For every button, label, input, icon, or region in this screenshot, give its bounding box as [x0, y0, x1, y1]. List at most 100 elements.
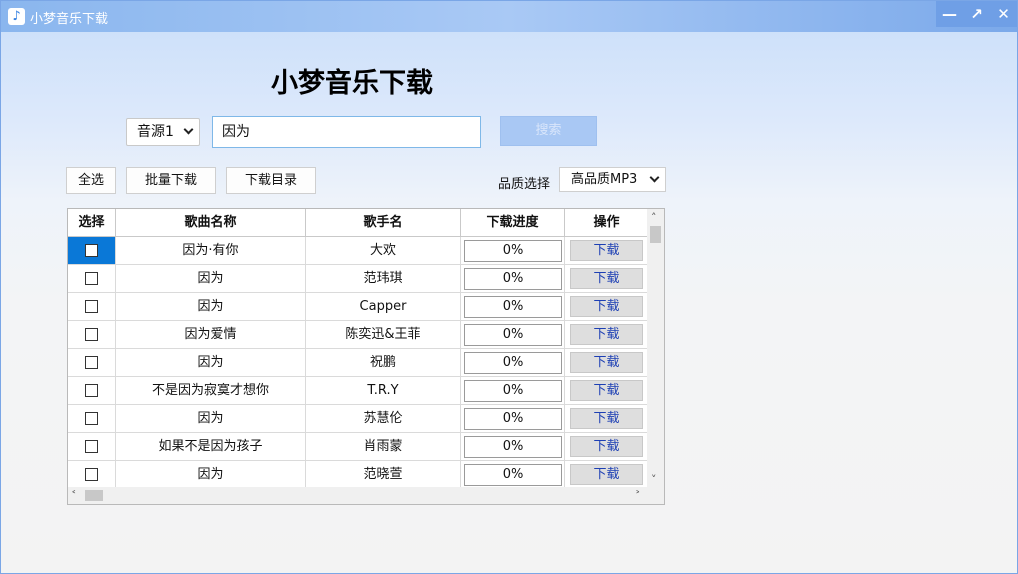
row-checkbox[interactable] — [85, 384, 98, 397]
action-cell: 下载 — [565, 293, 648, 320]
singer-cell: 大欢 — [306, 237, 461, 264]
action-cell: 下载 — [565, 321, 648, 348]
download-button[interactable]: 下载 — [570, 464, 643, 485]
song-name-cell: 因为 — [116, 293, 306, 320]
app-window: ♪ 小梦音乐下载 — ↗ ✕ 小梦音乐下载 音源1 因为 搜索 全选 批量下载 … — [0, 0, 1018, 574]
scrollbar-corner — [647, 487, 664, 504]
download-button[interactable]: 下载 — [570, 324, 643, 345]
source-select[interactable]: 音源1 — [126, 118, 200, 146]
row-checkbox[interactable] — [85, 272, 98, 285]
progress-field: 0% — [464, 408, 562, 430]
row-checkbox[interactable] — [85, 300, 98, 313]
header-select[interactable]: 选择 — [68, 209, 116, 236]
progress-cell: 0% — [461, 377, 565, 404]
table-row[interactable]: 如果不是因为孩子 肖雨蒙 0% 下载 — [68, 433, 648, 461]
progress-field: 0% — [464, 436, 562, 458]
select-cell[interactable] — [68, 349, 116, 376]
table-row[interactable]: 因为爱情 陈奕迅&王菲 0% 下载 — [68, 321, 648, 349]
song-name-cell: 因为 — [116, 461, 306, 488]
action-cell: 下载 — [565, 237, 648, 264]
select-all-button[interactable]: 全选 — [66, 167, 116, 194]
download-button[interactable]: 下载 — [570, 352, 643, 373]
horizontal-scroll-thumb[interactable] — [85, 490, 103, 501]
table-body: 因为·有你 大欢 0% 下载 因为 范玮琪 0% 下载 因为 Capper 0% 下载 因为爱情 陈奕迅&… — [68, 237, 648, 489]
progress-cell: 0% — [461, 349, 565, 376]
vertical-scroll-thumb[interactable] — [650, 226, 661, 243]
action-cell: 下载 — [565, 433, 648, 460]
chevron-down-icon — [183, 124, 194, 135]
song-name-cell: 因为 — [116, 349, 306, 376]
download-button[interactable]: 下载 — [570, 240, 643, 261]
progress-field: 0% — [464, 324, 562, 346]
select-cell[interactable] — [68, 237, 116, 264]
download-button[interactable]: 下载 — [570, 296, 643, 317]
singer-cell: 范晓萱 — [306, 461, 461, 488]
song-name-cell: 如果不是因为孩子 — [116, 433, 306, 460]
row-checkbox[interactable] — [85, 244, 98, 257]
singer-cell: 肖雨蒙 — [306, 433, 461, 460]
minimize-icon[interactable]: — — [939, 3, 961, 25]
table-row[interactable]: 因为 祝鹏 0% 下载 — [68, 349, 648, 377]
select-cell[interactable] — [68, 293, 116, 320]
vertical-scrollbar[interactable]: ˄ ˅ — [647, 209, 664, 489]
quality-select-value: 高品质MP3 — [571, 172, 638, 187]
header-song[interactable]: 歌曲名称 — [116, 209, 306, 236]
select-cell[interactable] — [68, 461, 116, 488]
progress-field: 0% — [464, 352, 562, 374]
download-dir-button[interactable]: 下载目录 — [226, 167, 316, 194]
close-icon[interactable]: ✕ — [993, 3, 1015, 25]
header-singer[interactable]: 歌手名 — [306, 209, 461, 236]
select-cell[interactable] — [68, 265, 116, 292]
progress-cell: 0% — [461, 461, 565, 488]
scroll-left-icon[interactable]: ˂ — [71, 490, 77, 501]
row-checkbox[interactable] — [85, 468, 98, 481]
window-controls: — ↗ ✕ — [936, 1, 1017, 27]
song-name-cell: 因为 — [116, 405, 306, 432]
batch-download-button[interactable]: 批量下载 — [126, 167, 216, 194]
song-name-cell: 不是因为寂寞才想你 — [116, 377, 306, 404]
table-row[interactable]: 因为 范玮琪 0% 下载 — [68, 265, 648, 293]
progress-cell: 0% — [461, 237, 565, 264]
singer-cell: 苏慧伦 — [306, 405, 461, 432]
row-checkbox[interactable] — [85, 356, 98, 369]
table-header: 选择 歌曲名称 歌手名 下载进度 操作 — [68, 209, 648, 237]
quality-select[interactable]: 高品质MP3 — [559, 167, 666, 192]
header-progress[interactable]: 下载进度 — [461, 209, 565, 236]
progress-cell: 0% — [461, 293, 565, 320]
download-button[interactable]: 下载 — [570, 436, 643, 457]
table-row[interactable]: 不是因为寂寞才想你 T.R.Y 0% 下载 — [68, 377, 648, 405]
singer-cell: T.R.Y — [306, 377, 461, 404]
search-button[interactable]: 搜索 — [500, 116, 597, 146]
select-cell[interactable] — [68, 377, 116, 404]
scroll-up-icon[interactable]: ˄ — [651, 212, 657, 223]
progress-cell: 0% — [461, 405, 565, 432]
table-row[interactable]: 因为 Capper 0% 下载 — [68, 293, 648, 321]
select-cell[interactable] — [68, 433, 116, 460]
scroll-right-icon[interactable]: ˃ — [635, 490, 641, 501]
download-button[interactable]: 下载 — [570, 380, 643, 401]
progress-field: 0% — [464, 380, 562, 402]
header-action[interactable]: 操作 — [565, 209, 648, 236]
select-cell[interactable] — [68, 321, 116, 348]
progress-field: 0% — [464, 240, 562, 262]
horizontal-scrollbar[interactable]: ˂ ˃ — [68, 487, 648, 504]
progress-cell: 0% — [461, 265, 565, 292]
row-checkbox[interactable] — [85, 328, 98, 341]
row-checkbox[interactable] — [85, 440, 98, 453]
select-cell[interactable] — [68, 405, 116, 432]
maximize-icon[interactable]: ↗ — [966, 3, 988, 25]
action-cell: 下载 — [565, 349, 648, 376]
scroll-down-icon[interactable]: ˅ — [651, 474, 657, 485]
action-cell: 下载 — [565, 377, 648, 404]
table-row[interactable]: 因为·有你 大欢 0% 下载 — [68, 237, 648, 265]
singer-cell: Capper — [306, 293, 461, 320]
row-checkbox[interactable] — [85, 412, 98, 425]
search-input[interactable]: 因为 — [212, 116, 481, 148]
title-bar[interactable]: ♪ 小梦音乐下载 — ↗ ✕ — [1, 1, 1017, 32]
table-row[interactable]: 因为 范晓萱 0% 下载 — [68, 461, 648, 489]
download-button[interactable]: 下载 — [570, 408, 643, 429]
progress-cell: 0% — [461, 321, 565, 348]
source-select-value: 音源1 — [137, 124, 174, 140]
table-row[interactable]: 因为 苏慧伦 0% 下载 — [68, 405, 648, 433]
download-button[interactable]: 下载 — [570, 268, 643, 289]
